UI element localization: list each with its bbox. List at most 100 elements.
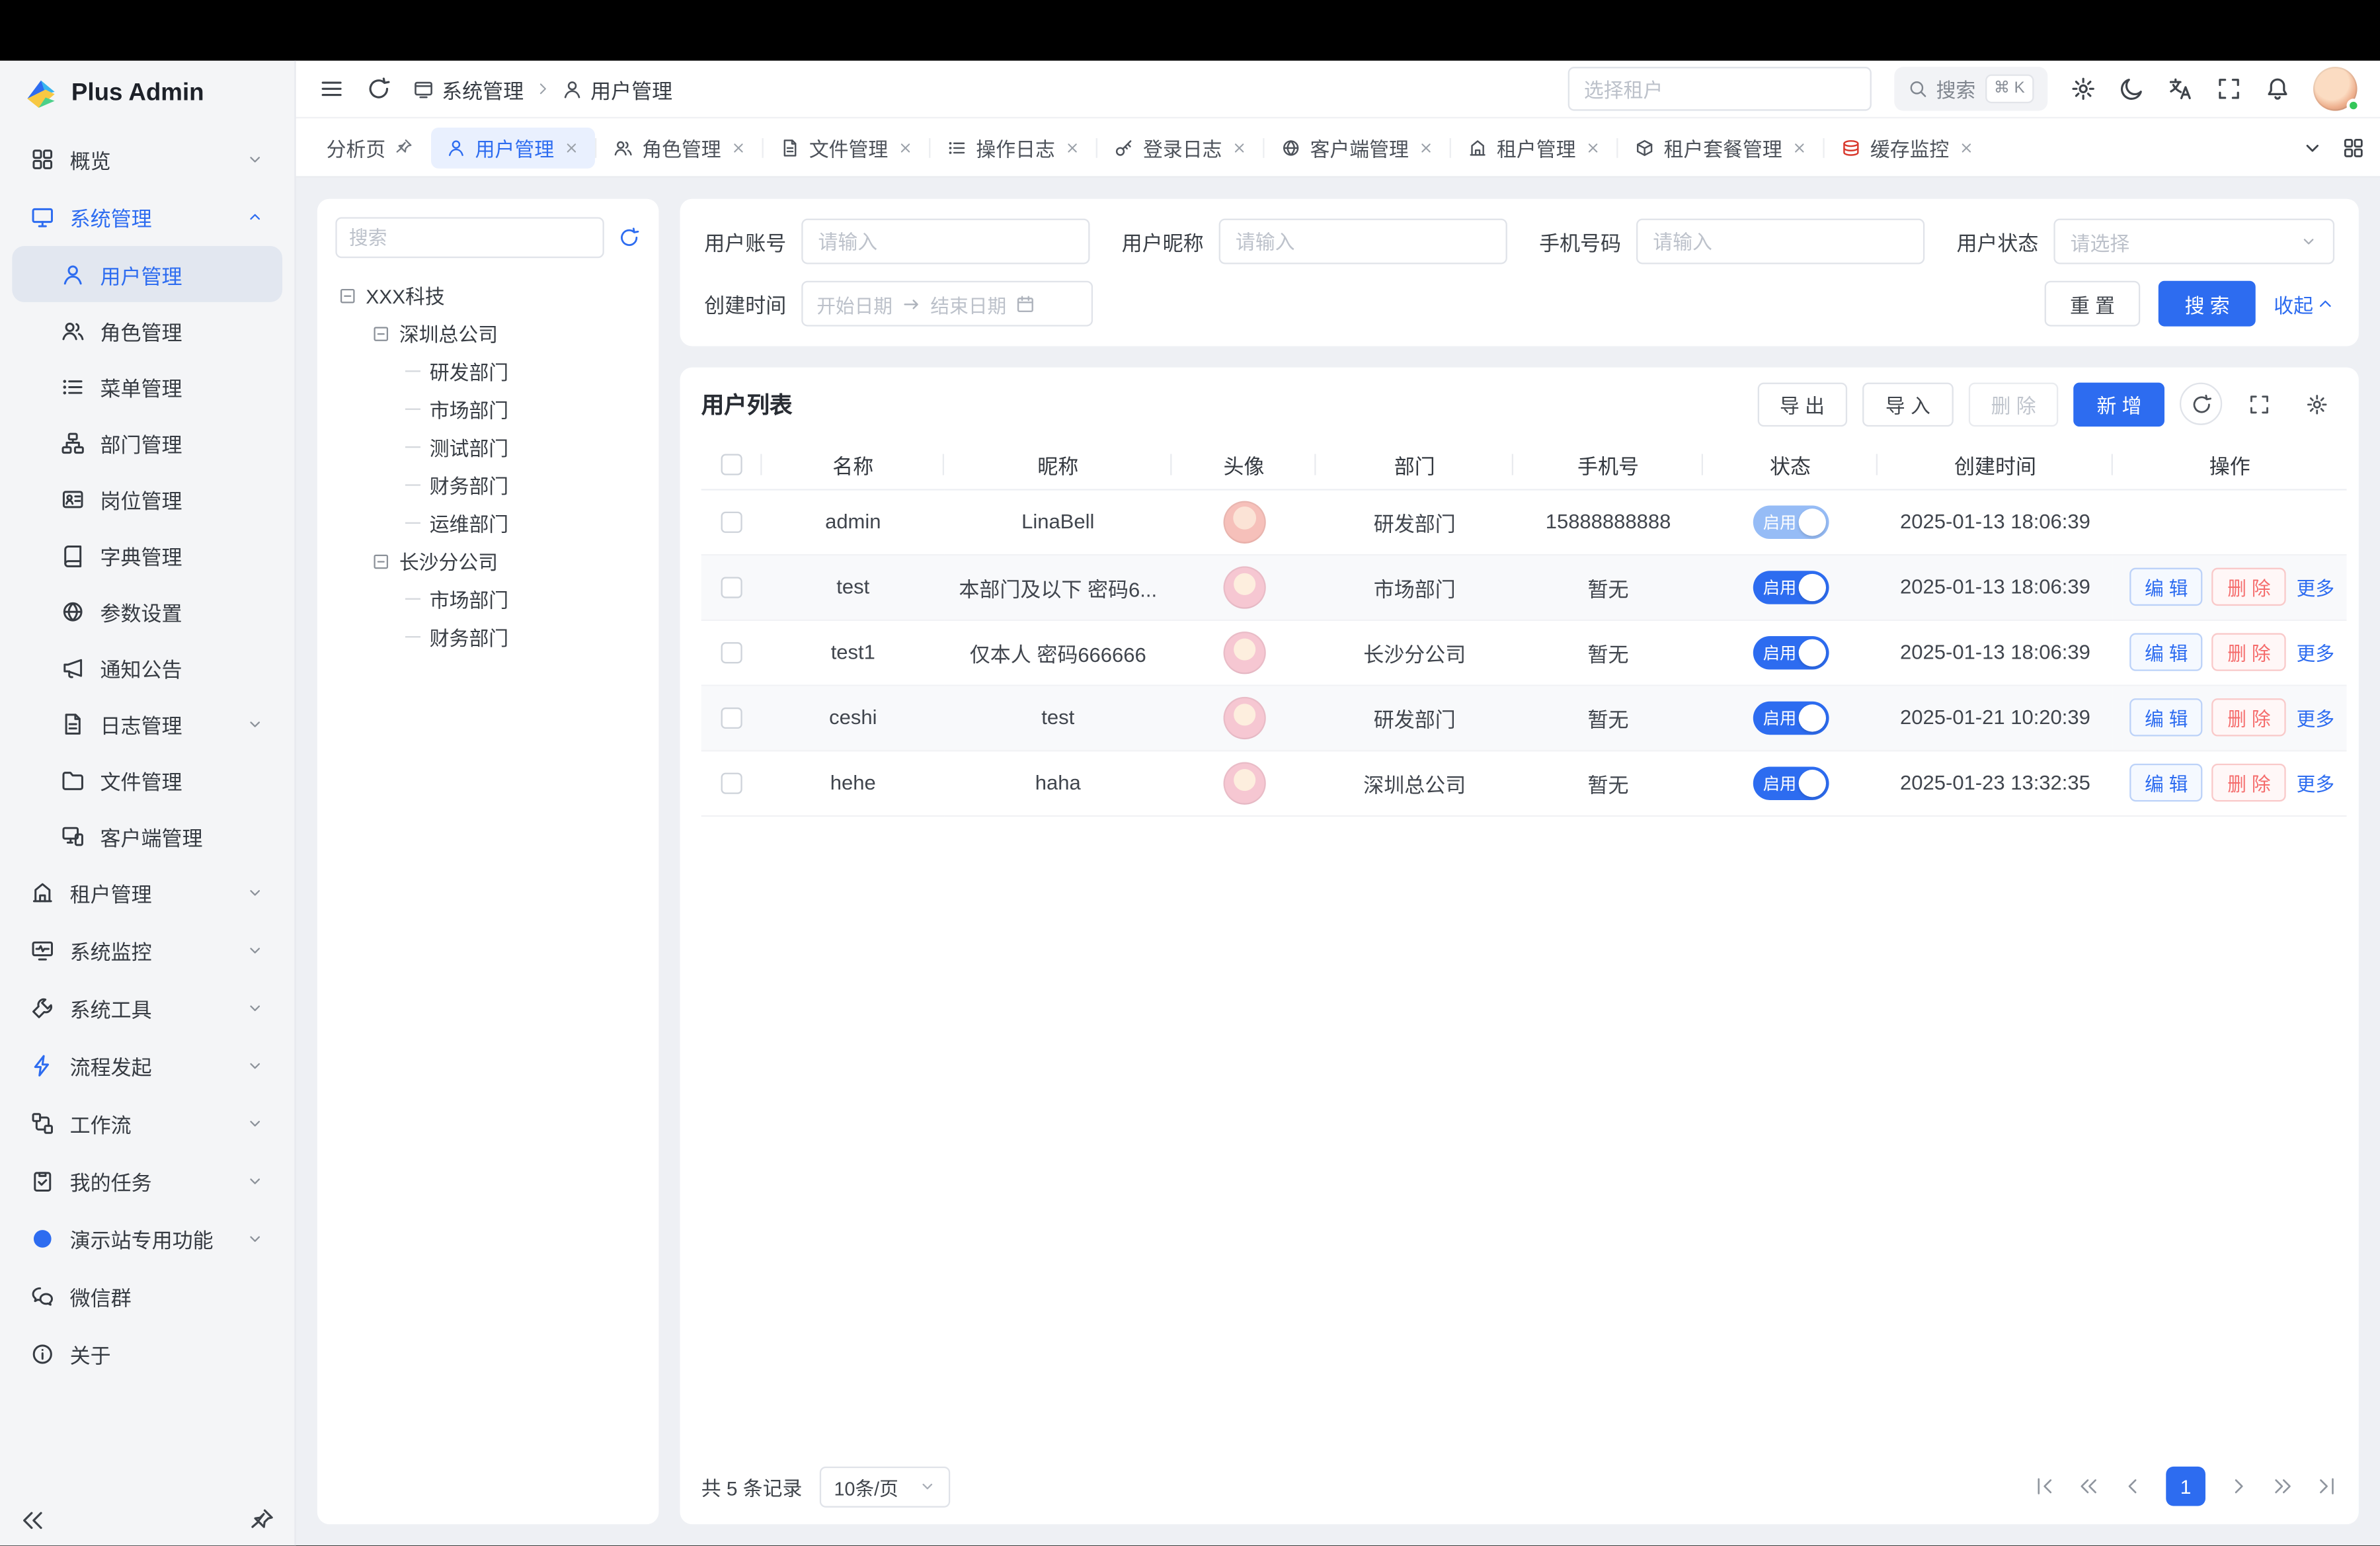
close-tab-button[interactable]	[1064, 139, 1081, 155]
pin-sidebar-button[interactable]	[249, 1507, 275, 1533]
sidebar-item[interactable]: 系统监控	[12, 922, 282, 979]
tab-item[interactable]: 分析页	[311, 127, 428, 168]
sidebar-item[interactable]: 通知公告	[12, 639, 282, 696]
column-header[interactable]: 创建时间	[1878, 440, 2113, 489]
close-tab-button[interactable]	[897, 139, 914, 155]
delete-button[interactable]: 删 除	[2212, 633, 2285, 671]
sidebar-item[interactable]: 系统管理	[12, 188, 282, 246]
edit-button[interactable]: 编 辑	[2129, 698, 2203, 736]
tree-node[interactable]: 市场部门	[335, 390, 640, 428]
sidebar-item[interactable]: 关于	[12, 1325, 282, 1383]
row-checkbox[interactable]	[721, 708, 742, 729]
tree-node[interactable]: 研发部门	[335, 352, 640, 390]
language-toggle[interactable]	[2168, 76, 2194, 102]
tree-node[interactable]: 长沙分公司	[335, 542, 640, 580]
tab-item[interactable]: 租户套餐管理	[1620, 127, 1823, 168]
sidebar-item[interactable]: 角色管理	[12, 302, 282, 358]
tree-node[interactable]: 深圳总公司	[335, 314, 640, 352]
global-search[interactable]: 搜索 ⌘ K	[1893, 67, 2047, 111]
more-button[interactable]: 更多	[2297, 709, 2334, 730]
sidebar-item[interactable]: 系统工具	[12, 979, 282, 1037]
more-button[interactable]: 更多	[2297, 643, 2334, 665]
tabs-layout-button[interactable]	[2342, 136, 2365, 158]
filter-select[interactable]: 请选择	[2053, 219, 2334, 264]
tree-node[interactable]: 财务部门	[335, 618, 640, 655]
notifications-button[interactable]	[2265, 76, 2291, 102]
close-tab-button[interactable]	[1958, 139, 1975, 155]
sidebar-item[interactable]: 字典管理	[12, 527, 282, 583]
settings-button[interactable]	[2071, 76, 2096, 102]
table-refresh-button[interactable]	[2180, 383, 2222, 425]
tab-item[interactable]: 登录日志	[1099, 127, 1263, 168]
tab-item[interactable]: 客户端管理	[1266, 127, 1450, 168]
tenant-select[interactable]: 选择租户	[1567, 67, 1871, 111]
tree-node[interactable]: 测试部门	[335, 428, 640, 466]
column-header[interactable]: 状态	[1703, 440, 1878, 489]
more-button[interactable]: 更多	[2297, 774, 2334, 795]
more-button[interactable]: 更多	[2297, 579, 2334, 600]
sidebar-item[interactable]: 参数设置	[12, 583, 282, 639]
close-tab-button[interactable]	[1792, 139, 1808, 155]
import-button[interactable]: 导 入	[1862, 382, 1953, 426]
sidebar-item[interactable]: 客户端管理	[12, 807, 282, 864]
close-tab-button[interactable]	[1585, 139, 1601, 155]
row-checkbox[interactable]	[721, 577, 742, 598]
column-header[interactable]: 操作	[2113, 440, 2347, 489]
collapse-filters-link[interactable]: 收起	[2274, 289, 2334, 318]
breadcrumb-item[interactable]: 系统管理	[413, 73, 524, 104]
tab-item[interactable]: 操作日志	[932, 127, 1096, 168]
select-all-checkbox[interactable]	[721, 455, 742, 476]
close-tab-button[interactable]	[1418, 139, 1435, 155]
dark-mode-toggle[interactable]	[2119, 76, 2145, 102]
user-avatar[interactable]	[2313, 67, 2358, 111]
status-toggle[interactable]: 启用	[1753, 635, 1829, 669]
tree-node[interactable]: XXX科技	[335, 276, 640, 314]
table-fullscreen-button[interactable]	[2237, 383, 2280, 425]
sidebar-item[interactable]: 微信群	[12, 1268, 282, 1325]
tree-search-input[interactable]	[335, 217, 604, 258]
date-range-picker[interactable]: 开始日期 结束日期	[801, 281, 1093, 327]
sidebar-item[interactable]: 日志管理	[12, 696, 282, 752]
status-toggle[interactable]: 启用	[1753, 505, 1829, 538]
prev-jump-button[interactable]	[2078, 1476, 2099, 1497]
refresh-page-button[interactable]	[366, 76, 391, 102]
reset-button[interactable]: 重 置	[2044, 281, 2141, 327]
batch-delete-button[interactable]: 删 除	[1968, 382, 2059, 426]
close-tab-button[interactable]	[563, 139, 580, 155]
close-tab-button[interactable]	[730, 139, 746, 155]
tab-item[interactable]: 用户管理	[431, 127, 595, 168]
add-button[interactable]: 新 增	[2074, 382, 2164, 426]
delete-button[interactable]: 删 除	[2212, 568, 2285, 606]
sidebar-item[interactable]: 文件管理	[12, 751, 282, 807]
status-toggle[interactable]: 启用	[1753, 766, 1829, 799]
page-size-select[interactable]: 10条/页	[820, 1466, 951, 1507]
column-header[interactable]: 手机号	[1513, 440, 1703, 489]
tabs-dropdown-button[interactable]	[2301, 136, 2324, 158]
prev-page-button[interactable]	[2122, 1476, 2143, 1497]
tree-refresh-button[interactable]	[617, 226, 640, 249]
menu-toggle-button[interactable]	[319, 76, 344, 102]
close-tab-button[interactable]	[1231, 139, 1248, 155]
column-header[interactable]: 部门	[1316, 440, 1513, 489]
tree-node[interactable]: 市场部门	[335, 580, 640, 618]
row-checkbox[interactable]	[721, 643, 742, 664]
status-toggle[interactable]: 启用	[1753, 570, 1829, 604]
sidebar-item[interactable]: 租户管理	[12, 864, 282, 921]
sidebar-item[interactable]: 用户管理	[12, 246, 282, 302]
next-page-button[interactable]	[2228, 1476, 2249, 1497]
tab-item[interactable]: 角色管理	[598, 127, 762, 168]
column-header[interactable]: 头像	[1171, 440, 1316, 489]
row-checkbox[interactable]	[721, 773, 742, 794]
sidebar-item[interactable]: 部门管理	[12, 415, 282, 471]
first-page-button[interactable]	[2034, 1476, 2055, 1497]
last-page-button[interactable]	[2317, 1476, 2338, 1497]
column-header[interactable]: 名称	[762, 440, 945, 489]
current-page-button[interactable]: 1	[2166, 1467, 2205, 1507]
filter-input[interactable]	[1219, 219, 1507, 264]
pin-tab-button[interactable]	[395, 138, 413, 157]
fullscreen-button[interactable]	[2216, 76, 2242, 102]
tree-node[interactable]: 运维部门	[335, 504, 640, 542]
next-jump-button[interactable]	[2272, 1476, 2293, 1497]
edit-button[interactable]: 编 辑	[2129, 764, 2203, 801]
sidebar-item[interactable]: 演示站专用功能	[12, 1210, 282, 1268]
